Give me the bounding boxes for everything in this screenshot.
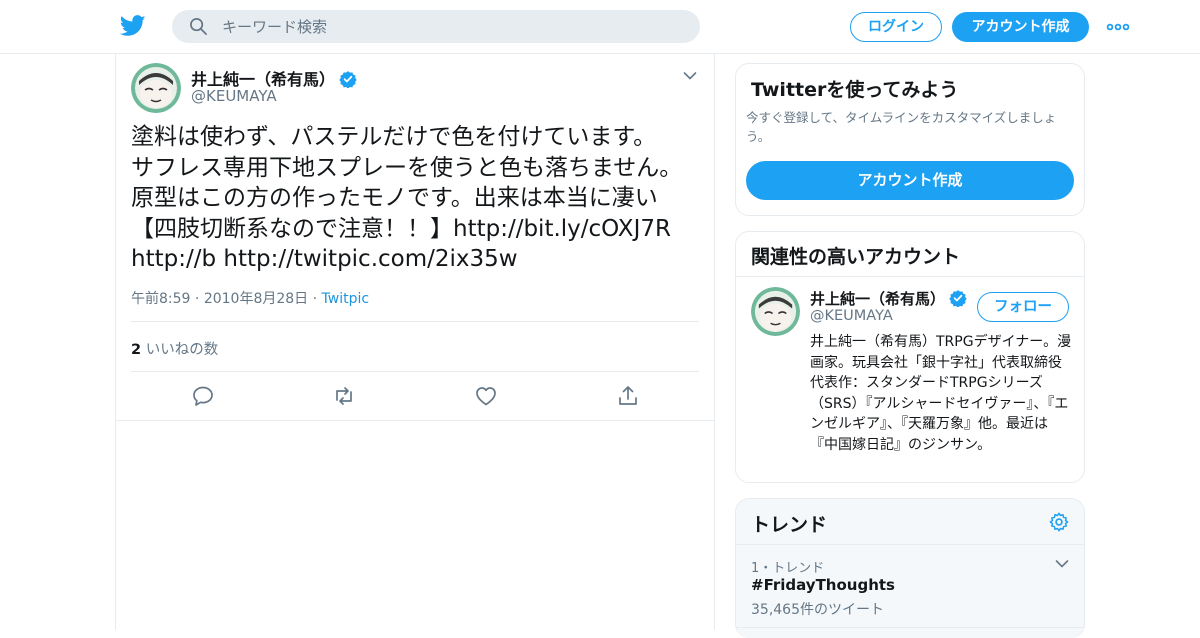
divider (131, 371, 699, 372)
login-button[interactable]: ログイン (850, 12, 942, 42)
twitter-bird-icon[interactable] (120, 14, 146, 38)
avatar-face-icon (751, 287, 800, 336)
likes-stat[interactable]: 2 いいねの数 (131, 338, 218, 359)
likes-count: 2 (131, 342, 142, 358)
signup-card: Twitterを使ってみよう 今すぐ登録して、タイムラインをカスタマイズしましょ… (735, 63, 1085, 216)
related-card-title: 関連性の高いアカウント (751, 246, 961, 268)
verified-badge-icon (339, 71, 357, 88)
related-name-text[interactable]: 井上純一（希有馬） (810, 290, 945, 308)
divider (131, 321, 699, 322)
trend-count: 35,465件のツイート (751, 602, 884, 618)
retweet-icon[interactable] (332, 384, 356, 408)
related-accounts-card: 関連性の高いアカウント 井上純一（希有馬） @KEUMAYA フォロー 井上純一… (735, 231, 1085, 483)
tweet-source-link[interactable]: Twitpic (322, 291, 370, 307)
tweet-time[interactable]: 午前8:59 (131, 291, 190, 307)
divider (736, 276, 1084, 277)
meta-separator: · (194, 291, 200, 307)
more-dots-icon[interactable] (1106, 18, 1130, 36)
gear-icon[interactable] (1048, 511, 1070, 533)
chevron-down-icon[interactable] (1054, 556, 1070, 572)
author-avatar[interactable] (131, 63, 181, 113)
trends-card: トレンド 1・トレンド #FridayThoughts 35,465件のツイート (735, 498, 1085, 638)
tweet-date[interactable]: 2010年8月28日 (204, 291, 308, 307)
search-input[interactable] (222, 10, 682, 43)
chevron-down-icon[interactable] (682, 68, 698, 84)
search-icon (190, 18, 207, 35)
verified-badge-icon (949, 290, 967, 307)
related-handle[interactable]: @KEUMAYA (810, 308, 893, 324)
tweet-column: 井上純一（希有馬） @KEUMAYA 塗料は使わず、パステルだけで色を付けていま… (115, 54, 715, 630)
tweet-card: 井上純一（希有馬） @KEUMAYA 塗料は使わず、パステルだけで色を付けていま… (116, 54, 714, 421)
trends-card-title: トレンド (751, 514, 828, 536)
follow-button[interactable]: フォロー (977, 292, 1069, 322)
divider (736, 627, 1084, 628)
signup-card-description: 今すぐ登録して、タイムラインをカスタマイズしましょう。 (746, 110, 1057, 144)
signup-card-title: Twitterを使ってみよう (751, 79, 959, 101)
search-bar[interactable] (172, 10, 700, 43)
top-nav: ログイン アカウント作成 (0, 0, 1200, 54)
related-avatar[interactable] (751, 287, 800, 336)
trend-name[interactable]: #FridayThoughts (751, 576, 895, 594)
meta-separator: · (312, 291, 318, 307)
trend-rank: 1・トレンド (751, 561, 825, 576)
signup-button[interactable]: アカウント作成 (952, 12, 1089, 42)
avatar-face-icon (131, 63, 181, 113)
likes-label: いいねの数 (145, 342, 219, 358)
related-bio: 井上純一（希有馬）TRPGデザイナー。漫画家。玩具会社「銀十字社」代表取締役 代… (810, 334, 1072, 453)
related-name[interactable]: 井上純一（希有馬） (810, 288, 967, 309)
share-icon[interactable] (616, 384, 640, 408)
signup-card-button[interactable]: アカウント作成 (746, 161, 1074, 200)
tweet-text: 塗料は使わず、パステルだけで色を付けています。 サフレス専用下地スプレーを使うと… (131, 124, 683, 272)
divider (736, 544, 1084, 545)
tweet-meta: 午前8:59 · 2010年8月28日 · Twitpic (131, 288, 369, 308)
reply-icon[interactable] (191, 384, 215, 408)
author-handle[interactable]: @KEUMAYA (191, 87, 277, 105)
like-icon[interactable] (474, 384, 498, 408)
